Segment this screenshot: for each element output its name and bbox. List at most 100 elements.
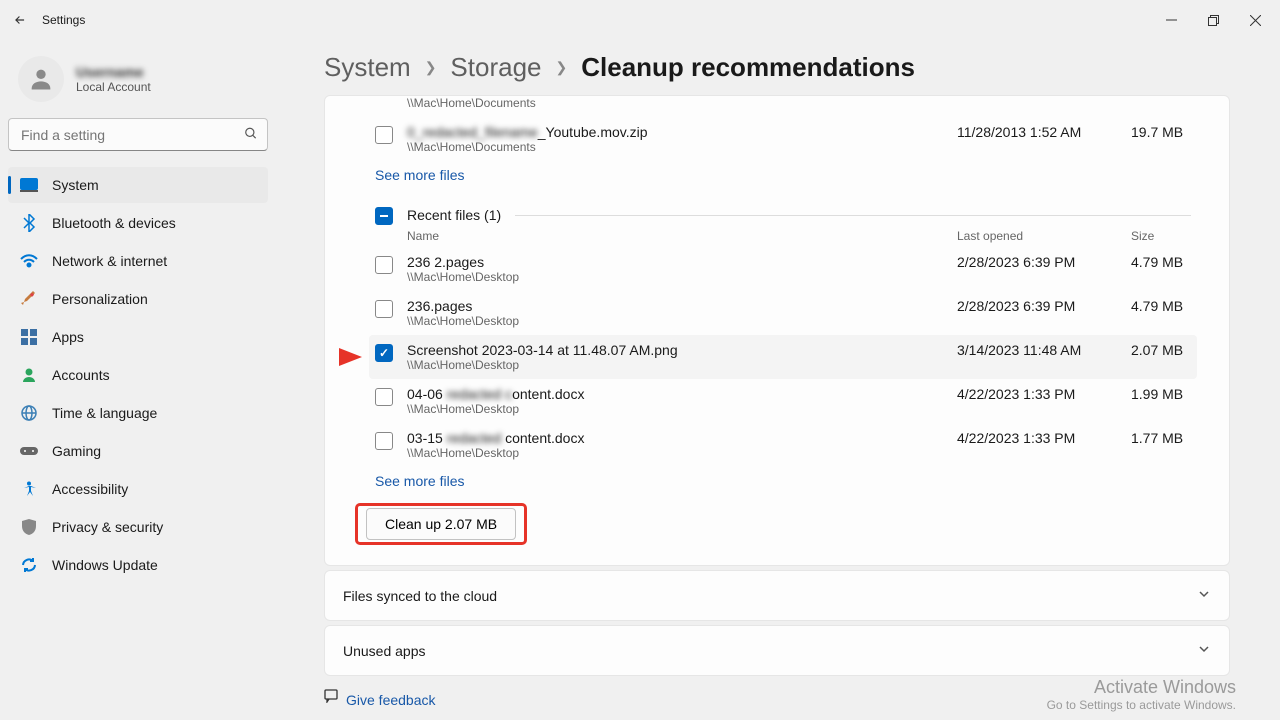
see-more-link[interactable]: See more files <box>375 473 464 489</box>
file-name: 03-15 redacted content.docx <box>407 430 943 446</box>
file-path: \\Mac\Home\Desktop <box>407 402 943 416</box>
recent-files-header[interactable]: Recent files (1) <box>375 205 1191 225</box>
back-button[interactable] <box>4 4 36 36</box>
panel-label: Files synced to the cloud <box>343 588 1197 604</box>
file-name: Screenshot 2023-03-14 at 11.48.07 AM.png <box>407 342 943 358</box>
file-date: 11/28/2013 1:52 AM <box>957 124 1117 140</box>
breadcrumb-system[interactable]: System <box>324 52 411 83</box>
file-path: \\Mac\Home\Desktop <box>407 358 943 372</box>
file-size: 4.79 MB <box>1131 298 1191 314</box>
nav-privacy[interactable]: Privacy & security <box>8 509 268 545</box>
file-name: 236.pages <box>407 298 943 314</box>
nav-update[interactable]: Windows Update <box>8 547 268 583</box>
shield-icon <box>20 518 38 536</box>
col-name: Name <box>407 229 943 243</box>
file-size: 1.99 MB <box>1131 386 1191 402</box>
col-date: Last opened <box>957 229 1117 243</box>
file-path: \\Mac\Home\Desktop <box>407 314 943 328</box>
file-size: 4.79 MB <box>1131 254 1191 270</box>
file-row[interactable]: 0_redacted_filename_Youtube.mov.zip \\Ma… <box>375 117 1191 161</box>
wifi-icon <box>20 252 38 270</box>
nav-apps[interactable]: Apps <box>8 319 268 355</box>
file-checkbox[interactable] <box>375 300 393 318</box>
nav-system[interactable]: System <box>8 167 268 203</box>
file-path: \\Mac\Home\Desktop <box>407 270 943 284</box>
file-name: 0_redacted_filename_Youtube.mov.zip <box>407 124 943 140</box>
nav-list: System Bluetooth & devices Network & int… <box>8 167 268 583</box>
column-headers: Name Last opened Size <box>375 225 1191 247</box>
file-checkbox[interactable] <box>375 388 393 406</box>
update-icon <box>20 556 38 574</box>
col-size: Size <box>1131 229 1191 243</box>
maximize-button[interactable] <box>1192 4 1234 36</box>
activate-watermark: Activate Windows Go to Settings to activ… <box>1047 677 1236 712</box>
file-row: \\Mac\Home\Documents <box>375 96 1191 117</box>
file-row[interactable]: 236 2.pages\\Mac\Home\Desktop 2/28/2023 … <box>375 247 1191 291</box>
file-date: 4/22/2023 1:33 PM <box>957 386 1117 402</box>
file-path: \\Mac\Home\Documents <box>407 140 943 154</box>
file-checkbox[interactable] <box>375 432 393 450</box>
search-icon <box>244 126 258 143</box>
chevron-icon: ❯ <box>556 59 568 76</box>
window-title: Settings <box>42 13 85 27</box>
see-more-link[interactable]: See more files <box>375 167 464 183</box>
nav-network[interactable]: Network & internet <box>8 243 268 279</box>
account-name: Username <box>76 64 151 80</box>
nav-personalization[interactable]: Personalization <box>8 281 268 317</box>
file-size: 1.77 MB <box>1131 430 1191 446</box>
file-date: 2/28/2023 6:39 PM <box>957 298 1117 314</box>
breadcrumb: System ❯ Storage ❯ Cleanup recommendatio… <box>324 52 1230 83</box>
annotation-highlight: Clean up 2.07 MB <box>355 503 527 545</box>
file-date: 4/22/2023 1:33 PM <box>957 430 1117 446</box>
minimize-button[interactable] <box>1150 4 1192 36</box>
cleanup-button[interactable]: Clean up 2.07 MB <box>366 508 516 540</box>
main-content: System ❯ Storage ❯ Cleanup recommendatio… <box>280 40 1280 720</box>
search-box[interactable] <box>8 118 268 151</box>
nav-bluetooth[interactable]: Bluetooth & devices <box>8 205 268 241</box>
file-name: 04-06 redacted content.docx <box>407 386 943 402</box>
file-path: \\Mac\Home\Documents <box>407 96 1191 110</box>
accessibility-icon <box>20 480 38 498</box>
file-name: 236 2.pages <box>407 254 943 270</box>
file-path: \\Mac\Home\Desktop <box>407 446 943 460</box>
breadcrumb-storage[interactable]: Storage <box>450 52 541 83</box>
close-button[interactable] <box>1234 4 1276 36</box>
section-checkbox[interactable] <box>375 207 393 225</box>
feedback-icon <box>324 689 338 706</box>
search-input[interactable] <box>8 118 268 151</box>
nav-accessibility[interactable]: Accessibility <box>8 471 268 507</box>
section-title: Recent files (1) <box>407 207 501 223</box>
avatar <box>18 56 64 102</box>
file-date: 2/28/2023 6:39 PM <box>957 254 1117 270</box>
nav-time[interactable]: Time & language <box>8 395 268 431</box>
cloud-files-panel[interactable]: Files synced to the cloud <box>324 570 1230 621</box>
nav-accounts[interactable]: Accounts <box>8 357 268 393</box>
sidebar: Username Local Account System Bluetooth … <box>0 40 280 720</box>
brush-icon <box>20 290 38 308</box>
breadcrumb-current: Cleanup recommendations <box>581 52 915 83</box>
account-block[interactable]: Username Local Account <box>8 48 268 118</box>
file-checkbox[interactable] <box>375 126 393 144</box>
file-checkbox[interactable] <box>375 344 393 362</box>
person-icon <box>20 366 38 384</box>
account-type: Local Account <box>76 80 151 94</box>
chevron-icon: ❯ <box>425 59 437 76</box>
unused-apps-panel[interactable]: Unused apps <box>324 625 1230 676</box>
system-icon <box>20 176 38 194</box>
file-size: 19.7 MB <box>1131 124 1191 140</box>
file-row-selected[interactable]: Screenshot 2023-03-14 at 11.48.07 AM.png… <box>369 335 1197 379</box>
feedback-link[interactable]: Give feedback <box>346 692 436 708</box>
file-row[interactable]: 236.pages\\Mac\Home\Desktop 2/28/2023 6:… <box>375 291 1191 335</box>
file-row[interactable]: 03-15 redacted content.docx\\Mac\Home\De… <box>375 423 1191 467</box>
file-size: 2.07 MB <box>1131 342 1191 358</box>
files-panel: \\Mac\Home\Documents 0_redacted_filename… <box>324 95 1230 566</box>
file-checkbox[interactable] <box>375 256 393 274</box>
titlebar: Settings <box>0 0 1280 40</box>
panel-label: Unused apps <box>343 643 1197 659</box>
annotation-arrow <box>284 342 364 372</box>
globe-icon <box>20 404 38 422</box>
chevron-down-icon <box>1197 642 1211 659</box>
apps-icon <box>20 328 38 346</box>
nav-gaming[interactable]: Gaming <box>8 433 268 469</box>
file-row[interactable]: 04-06 redacted content.docx\\Mac\Home\De… <box>375 379 1191 423</box>
